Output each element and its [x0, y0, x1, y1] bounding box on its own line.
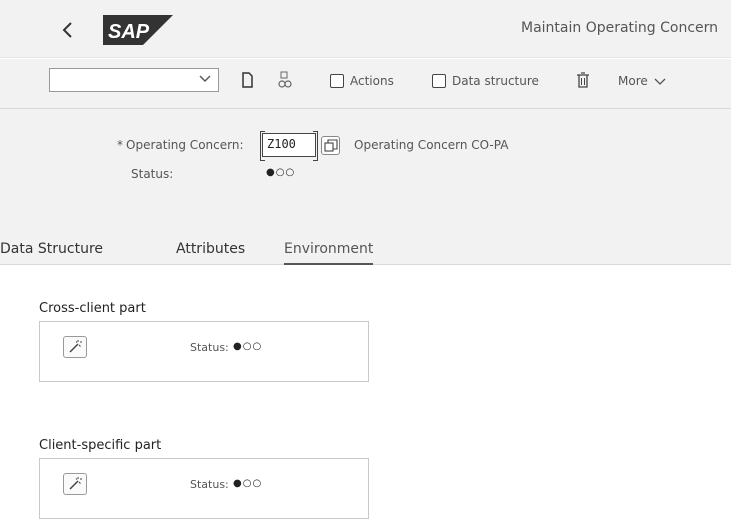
- header-form: * Operating Concern: Z100 Operating Conc…: [0, 109, 731, 205]
- data-structure-checkbox-icon: [432, 74, 446, 88]
- client-specific-status-label: Status:: [190, 478, 229, 491]
- tab-data-structure[interactable]: Data Structure: [0, 241, 103, 265]
- more-menu-button[interactable]: More: [618, 71, 666, 91]
- cross-client-title: Cross-client part: [39, 301, 146, 316]
- client-specific-status-indicator: ●○○: [233, 478, 263, 489]
- cross-client-panel: Status: ●○○: [39, 321, 369, 382]
- cross-client-status-label: Status:: [190, 341, 229, 354]
- data-structure-button[interactable]: Data structure: [432, 71, 539, 91]
- copy-icon: [324, 139, 338, 152]
- status-indicator: ●○○: [266, 167, 296, 178]
- value-help-button[interactable]: [321, 136, 340, 155]
- actions-button[interactable]: Actions: [330, 71, 394, 91]
- toolbar: Actions Data structure More: [0, 59, 731, 109]
- tab-attributes[interactable]: Attributes: [176, 241, 245, 265]
- new-document-icon: [242, 72, 253, 88]
- cross-client-status-indicator: ●○○: [233, 341, 263, 352]
- magic-wand-icon: [69, 340, 82, 353]
- more-label: More: [618, 74, 648, 88]
- chevron-down-icon: [654, 78, 666, 85]
- app-title: Maintain Operating Concern: [521, 20, 719, 36]
- magic-wand-icon: [69, 477, 82, 490]
- find-button[interactable]: [276, 71, 294, 89]
- operating-concern-description: Operating Concern CO-PA: [354, 138, 509, 152]
- client-specific-title: Client-specific part: [39, 438, 162, 453]
- client-specific-panel: Status: ●○○: [39, 458, 369, 519]
- sap-logo: SAP: [103, 15, 173, 45]
- operating-concern-input[interactable]: Z100: [260, 131, 318, 161]
- new-document-button[interactable]: [238, 71, 256, 89]
- actions-checkbox-icon: [330, 74, 344, 88]
- data-structure-label: Data structure: [452, 74, 539, 88]
- tab-environment[interactable]: Environment: [284, 241, 374, 265]
- delete-button[interactable]: [574, 71, 592, 89]
- client-specific-execute-button[interactable]: [63, 473, 87, 495]
- operating-concern-label: Operating Concern:: [126, 138, 244, 152]
- chevron-left-icon: [62, 22, 72, 38]
- toolbar-dropdown[interactable]: [49, 68, 219, 92]
- status-label: Status:: [131, 167, 174, 181]
- back-button[interactable]: [54, 16, 82, 44]
- delete-icon: [577, 72, 589, 88]
- shell-header: SAP Maintain Operating Concern: [0, 0, 731, 58]
- actions-label: Actions: [350, 74, 394, 88]
- tab-bar: Data Structure Attributes Environment: [0, 205, 731, 265]
- required-marker: *: [117, 138, 123, 152]
- find-icon: [278, 71, 292, 88]
- cross-client-execute-button[interactable]: [63, 336, 87, 358]
- sap-logo-text: SAP: [108, 21, 150, 43]
- chevron-down-icon: [199, 75, 211, 82]
- sap-window: SAP Maintain Operating Concern Actions D…: [0, 0, 731, 519]
